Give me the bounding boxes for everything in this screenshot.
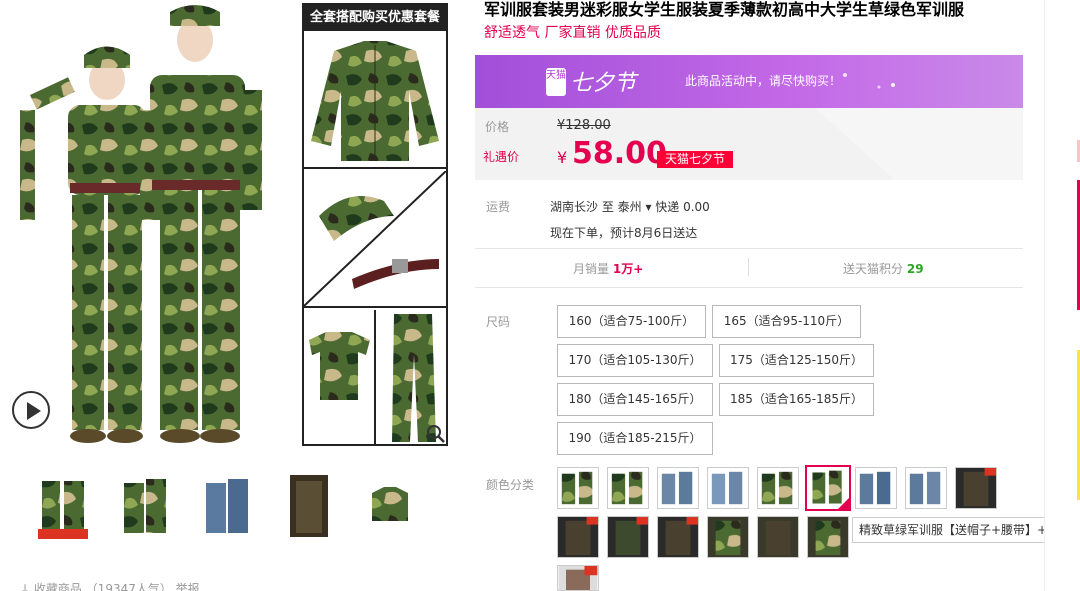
size-option[interactable]: 165（适合95-110斤）	[712, 305, 861, 338]
monthly-sales-value: 1万+	[612, 262, 644, 276]
combo-set-panel: 全套搭配购买优惠套餐	[302, 3, 448, 446]
color-swatch[interactable]	[657, 467, 699, 509]
shipping-destination[interactable]: 湖南长沙 至 泰州 ▾ 快递 0.00	[550, 198, 710, 215]
thumbnail-4[interactable]	[284, 473, 334, 539]
size-label: 尺码	[486, 315, 511, 329]
tmall-logo: 天猫	[546, 68, 566, 96]
shipping-section: 运费 湖南长沙 至 泰州 ▾ 快递 0.00 现在下单，预计8月6日送达	[484, 196, 1024, 248]
color-swatch[interactable]	[707, 467, 749, 509]
zoom-icon[interactable]	[426, 424, 446, 444]
color-swatch-selected[interactable]	[805, 465, 851, 511]
color-swatch[interactable]	[757, 516, 799, 558]
original-price: ¥128.00	[557, 118, 611, 133]
promo-banner: 天猫 七夕节 此商品活动中，请尽快购买！	[475, 55, 1023, 108]
monthly-sales: 月销量 1万+	[573, 260, 643, 277]
thumbnail-3[interactable]	[202, 473, 252, 539]
divider	[475, 248, 1023, 249]
color-swatch[interactable]	[657, 516, 699, 558]
combo-set-header: 全套搭配购买优惠套餐	[304, 5, 446, 31]
combo-tshirt-pants-image	[304, 310, 446, 446]
size-option[interactable]: 175（适合125-150斤）	[719, 344, 874, 377]
thumbnail-5[interactable]	[364, 473, 414, 539]
divider	[475, 287, 1023, 288]
product-title: 军训服套装男迷彩服女学生服装夏季薄款初高中大学生草绿色军训服	[484, 0, 965, 19]
color-swatch[interactable]	[557, 565, 599, 591]
event-badge: 天猫七夕节	[657, 151, 734, 168]
event-logo-text: 七夕节	[570, 71, 637, 96]
color-swatch[interactable]	[905, 467, 947, 509]
color-swatch[interactable]	[855, 467, 897, 509]
product-gallery: 全套搭配购买优惠套餐	[0, 0, 455, 455]
size-option[interactable]: 160（适合75-100斤）	[557, 305, 706, 338]
size-option[interactable]: 170（适合105-130斤）	[557, 344, 713, 377]
reward-points-label: 送天猫积分	[843, 262, 904, 276]
play-video-button[interactable]	[12, 391, 50, 429]
thumbnail-2[interactable]	[120, 473, 170, 539]
size-option[interactable]: 190（适合185-215斤）	[557, 422, 713, 455]
color-swatch[interactable]	[557, 516, 599, 558]
original-price-label: 价格	[485, 120, 510, 134]
combo-jacket-image	[304, 31, 446, 169]
male-model	[150, 5, 262, 443]
main-product-image[interactable]	[0, 0, 300, 450]
female-model	[20, 46, 160, 443]
play-icon	[27, 402, 41, 420]
price-panel-texture	[815, 108, 1023, 180]
color-swatch[interactable]	[707, 516, 749, 558]
color-tooltip: 精致草绿军训服【送帽子+腰带】+T恤	[852, 517, 1074, 543]
product-subtitle: 舒适透气 厂家直销 优质品质	[484, 25, 661, 41]
size-option[interactable]: 185（适合165-185斤）	[719, 383, 874, 416]
sale-price: 58.00	[572, 136, 667, 171]
delivery-estimate: 现在下单，预计8月6日送达	[550, 226, 698, 240]
color-swatch[interactable]	[557, 467, 599, 509]
color-swatch[interactable]	[955, 467, 997, 509]
stats-bar: 月销量 1万+ 送天猫积分 29	[475, 250, 1023, 284]
shipping-label: 运费	[486, 200, 511, 214]
thumbnail-1[interactable]	[38, 473, 88, 539]
color-swatch[interactable]	[607, 467, 649, 509]
combo-cap-belt-image	[304, 171, 446, 308]
reward-points: 送天猫积分 29	[843, 260, 924, 277]
size-option[interactable]: 180（适合145-165斤）	[557, 383, 713, 416]
sparkle-decoration	[843, 73, 895, 89]
stats-separator	[748, 258, 749, 276]
color-label: 颜色分类	[486, 478, 535, 492]
currency-symbol: ¥	[557, 148, 568, 167]
color-swatch[interactable]	[607, 516, 649, 558]
price-panel: 价格 ¥128.00 礼遇价 ¥ 58.00 天猫七夕节	[475, 108, 1023, 180]
favorite-report-bar[interactable]: ↓ 收藏商品 （19347人气） 举报	[20, 580, 440, 591]
right-side-rail	[1044, 0, 1080, 591]
monthly-sales-label: 月销量	[573, 262, 610, 276]
reward-points-value: 29	[906, 262, 924, 276]
sale-price-label: 礼遇价	[483, 150, 520, 164]
color-swatch[interactable]	[757, 467, 799, 509]
color-swatch[interactable]	[807, 516, 849, 558]
